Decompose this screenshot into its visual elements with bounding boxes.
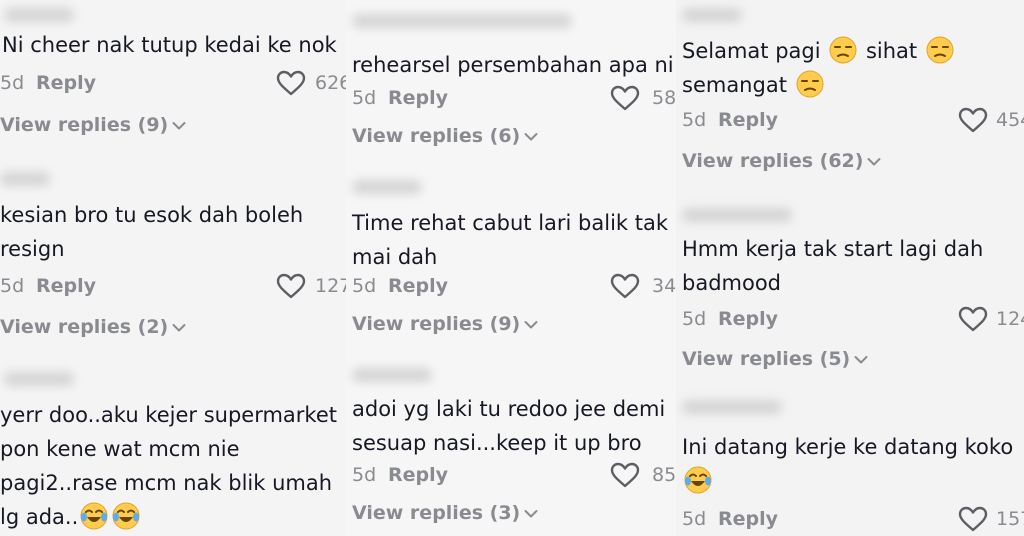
chevron-down-icon [524, 132, 538, 142]
like-count: 127 [315, 275, 346, 297]
chevron-down-icon [854, 355, 868, 365]
comment-meta: 5d Reply 157 [682, 506, 1024, 532]
blurred-username [4, 372, 74, 386]
like-count: 454 [996, 109, 1024, 131]
comment-date: 5d [0, 275, 25, 297]
tears-of-joy-emoji [80, 502, 108, 530]
comment-meta: 5d Reply 124 [682, 306, 1024, 332]
heart-outline-icon[interactable] [610, 85, 640, 111]
heart-outline-icon[interactable] [958, 107, 988, 133]
comment-date: 5d [682, 508, 707, 530]
view-replies-button[interactable]: View replies (62) [682, 148, 881, 174]
comment-text: Selamat pagi sihat semangat [682, 34, 1024, 102]
comment-text-part: semangat [682, 73, 787, 97]
reply-button[interactable]: Reply [718, 306, 778, 332]
comment-text: Ini datang kerje ke datang koko [682, 430, 1024, 498]
reply-button[interactable]: Reply [36, 273, 96, 299]
blurred-username [4, 8, 74, 22]
reply-button[interactable]: Reply [388, 462, 448, 488]
view-replies-button[interactable]: View replies (6) [352, 123, 538, 149]
view-replies-button[interactable]: View replies (9) [352, 311, 538, 337]
view-replies-label: View replies (5) [682, 348, 851, 370]
comment-column-2: rehearsel persembahan apa ni ? 5d Reply … [346, 0, 676, 536]
comment-date: 5d [352, 87, 377, 109]
comment-date: 5d [682, 109, 707, 131]
heart-outline-icon[interactable] [276, 273, 306, 299]
comment-meta: 5d Reply 856 [352, 462, 676, 488]
blurred-username [0, 172, 50, 186]
view-replies-button[interactable]: View replies (9) [0, 112, 186, 138]
comment-text: Time rehat cabut lari balik tak mai dah [352, 211, 669, 269]
comment-text: Hmm kerja tak start lagi dah badmood [682, 237, 984, 295]
view-replies-button[interactable]: View replies (5) [682, 346, 868, 372]
blurred-username [682, 208, 792, 222]
blurred-username [352, 14, 572, 28]
view-replies-button[interactable]: View replies (2) [0, 314, 186, 340]
comment-text: adoi yg laki tu redoo jee demi sesuap na… [352, 397, 666, 455]
comment-date: 5d [352, 275, 377, 297]
comment-date: 5d [682, 308, 707, 330]
blurred-username [352, 368, 432, 382]
blurred-username [682, 8, 742, 22]
comment-meta: 5d Reply 343 [352, 273, 676, 299]
comment-text: rehearsel persembahan apa ni ? [352, 53, 676, 77]
comment-date: 5d [0, 72, 25, 94]
chevron-down-icon [867, 157, 881, 167]
chevron-down-icon [524, 509, 538, 519]
view-replies-button[interactable]: View replies (3) [352, 500, 538, 526]
view-replies-label: View replies (3) [352, 502, 521, 524]
reply-button[interactable]: Reply [36, 70, 96, 96]
unamused-face-emoji [796, 70, 824, 98]
comment-meta: 5d Reply 127 [0, 273, 346, 299]
comment-meta: 5d Reply 626 [0, 70, 346, 96]
comment-text: Ni cheer nak tutup kedai ke nok [2, 33, 337, 57]
comment-column-1: Ni cheer nak tutup kedai ke nok 5d Reply… [0, 0, 346, 536]
heart-outline-icon[interactable] [958, 306, 988, 332]
chevron-down-icon [172, 121, 186, 131]
comment-text: yerr doo..aku kejer supermarket pon kene… [0, 398, 346, 534]
reply-button[interactable]: Reply [718, 506, 778, 532]
view-replies-label: View replies (9) [0, 114, 169, 136]
view-replies-label: View replies (2) [0, 316, 169, 338]
comment-text-part: Selamat pagi [682, 39, 821, 63]
unamused-face-emoji [829, 36, 857, 64]
comment-text-body: yerr doo..aku kejer supermarket pon kene… [0, 403, 337, 529]
comment-meta: 5d Reply 584 [352, 85, 676, 111]
blurred-username [682, 400, 782, 414]
heart-outline-icon[interactable] [276, 70, 306, 96]
like-count: 856 [652, 464, 676, 486]
heart-outline-icon[interactable] [610, 462, 640, 488]
like-count: 157 [996, 508, 1024, 530]
like-count: 124 [996, 308, 1024, 330]
like-count: 343 [652, 275, 676, 297]
like-count: 584 [652, 87, 676, 109]
comment-date: 5d [352, 464, 377, 486]
chevron-down-icon [524, 320, 538, 330]
heart-outline-icon[interactable] [610, 273, 640, 299]
comment-text-part: sihat [865, 39, 918, 63]
reply-button[interactable]: Reply [718, 107, 778, 133]
unamused-face-emoji [926, 36, 954, 64]
view-replies-label: View replies (62) [682, 150, 864, 172]
view-replies-label: View replies (6) [352, 125, 521, 147]
view-replies-label: View replies (9) [352, 313, 521, 335]
blurred-username [352, 180, 422, 194]
comment-column-3: Selamat pagi sihat semangat 5d Reply 454… [676, 0, 1024, 536]
chevron-down-icon [172, 323, 186, 333]
comment-text: kesian bro tu esok dah boleh resign [0, 203, 304, 261]
tears-of-joy-emoji [112, 502, 140, 530]
comment-text-body: Ini datang kerje ke datang koko [682, 435, 1014, 459]
comment-meta: 5d Reply 454 [682, 107, 1024, 133]
like-count: 626 [315, 72, 346, 94]
tears-of-joy-emoji [684, 466, 712, 494]
heart-outline-icon[interactable] [958, 506, 988, 532]
reply-button[interactable]: Reply [388, 85, 448, 111]
reply-button[interactable]: Reply [388, 273, 448, 299]
